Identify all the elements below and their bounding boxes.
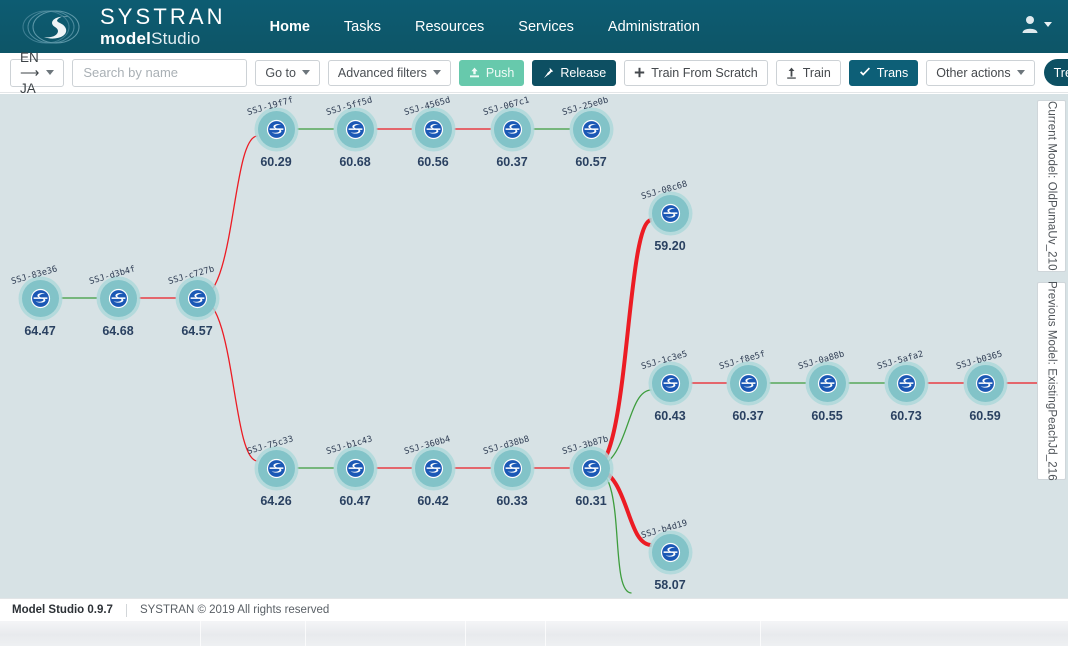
brand-logo[interactable]: SYSTRAN modelStudio [22,5,226,49]
trans-button[interactable]: Trans [849,60,919,86]
node-score-label: 60.73 [876,409,936,423]
current-model-panel[interactable]: Current Model: OldPumaUv_210 [1037,100,1066,272]
action-buttons: Push Release Train From Scratch Train [451,59,1068,86]
tree-view-toggle[interactable]: Tree [1044,59,1068,86]
tree-toggle-label: Tree [1054,66,1068,80]
advanced-filters-dropdown[interactable]: Advanced filters [328,60,451,86]
node-score-label: 60.56 [403,155,463,169]
app-footer: Model Studio 0.9.7 SYSTRAN © 2019 All ri… [0,598,1068,621]
nav-item-home[interactable]: Home [256,13,324,41]
bottom-status-bar [0,621,1068,646]
go-to-label: Go to [265,66,296,80]
node-score-label: 60.29 [246,155,306,169]
model-tree-canvas[interactable]: SSJ-83e3664.47 SSJ-d3b4f64.68 SSJ-c727b6… [0,94,1068,598]
language-pair-value: EN ⟶ JA [20,50,39,96]
upload-icon [469,67,480,78]
app-header: SYSTRAN modelStudio Home Tasks Resources… [0,0,1068,53]
node-score-label: 60.31 [561,494,621,508]
node-score-label: 60.37 [718,409,778,423]
nav-item-tasks[interactable]: Tasks [330,13,395,41]
graph-edge [595,220,652,468]
graph-edge [201,298,258,461]
node-score-label: 60.68 [325,155,385,169]
node-score-label: 60.43 [640,409,700,423]
previous-model-panel[interactable]: Previous Model: ExistingPeachJd_216 [1037,282,1066,480]
main-nav: Home Tasks Resources Services Administra… [256,13,720,41]
chevron-down-icon [1044,22,1052,27]
other-actions-label: Other actions [936,66,1010,80]
systran-logo-icon [22,5,94,49]
node-score-label: 60.47 [325,494,385,508]
node-score-label: 64.68 [88,324,148,338]
advanced-filters-label: Advanced filters [338,66,427,80]
footer-divider [126,604,127,617]
user-icon [1020,14,1040,34]
pin-icon [542,67,554,79]
brand-text: SYSTRAN modelStudio [100,6,226,47]
node-score-label: 60.33 [482,494,542,508]
search-input[interactable] [72,59,247,87]
chevron-down-icon [46,70,54,75]
user-menu[interactable] [1020,14,1052,34]
copyright-text: SYSTRAN © 2019 All rights reserved [140,604,329,616]
node-score-label: 58.07 [640,578,700,592]
chevron-down-icon [433,70,441,75]
node-score-label: 60.55 [797,409,857,423]
current-model-label: Current Model: OldPumaUv_210 [1046,101,1058,271]
brand-studio: Studio [151,29,200,48]
push-button[interactable]: Push [459,60,525,86]
check-icon [859,67,871,78]
node-score-label: 60.59 [955,409,1015,423]
go-to-dropdown[interactable]: Go to [255,60,320,86]
train-label: Train [803,66,831,80]
release-button[interactable]: Release [532,60,616,86]
brand-model: model [100,29,151,48]
node-score-label: 64.57 [167,324,227,338]
node-score-label: 64.26 [246,494,306,508]
nav-item-administration[interactable]: Administration [594,13,714,41]
node-score-label: 60.37 [482,155,542,169]
brand-systran: SYSTRAN [100,6,226,28]
graph-edges [0,94,1068,598]
train-from-scratch-label: Train From Scratch [651,66,758,80]
language-pair-select[interactable]: EN ⟶ JA [10,59,64,87]
previous-model-label: Previous Model: ExistingPeachJd_216 [1046,281,1058,481]
chevron-down-icon [1017,70,1025,75]
app-version: Model Studio 0.9.7 [12,604,113,616]
node-score-label: 64.47 [10,324,70,338]
other-actions-dropdown[interactable]: Other actions [926,60,1034,86]
train-from-scratch-button[interactable]: Train From Scratch [624,60,768,86]
release-label: Release [560,66,606,80]
chevron-down-icon [302,70,310,75]
nav-item-resources[interactable]: Resources [401,13,498,41]
push-label: Push [486,66,515,80]
toolbar: EN ⟶ JA Go to Advanced filters Push Rele… [0,53,1068,93]
node-score-label: 59.20 [640,239,700,253]
nav-item-services[interactable]: Services [504,13,588,41]
trans-label: Trans [877,66,909,80]
node-score-label: 60.42 [403,494,463,508]
node-score-label: 60.57 [561,155,621,169]
plus-icon [634,67,645,78]
train-button[interactable]: Train [776,60,841,86]
arrow-up-icon [786,67,797,79]
